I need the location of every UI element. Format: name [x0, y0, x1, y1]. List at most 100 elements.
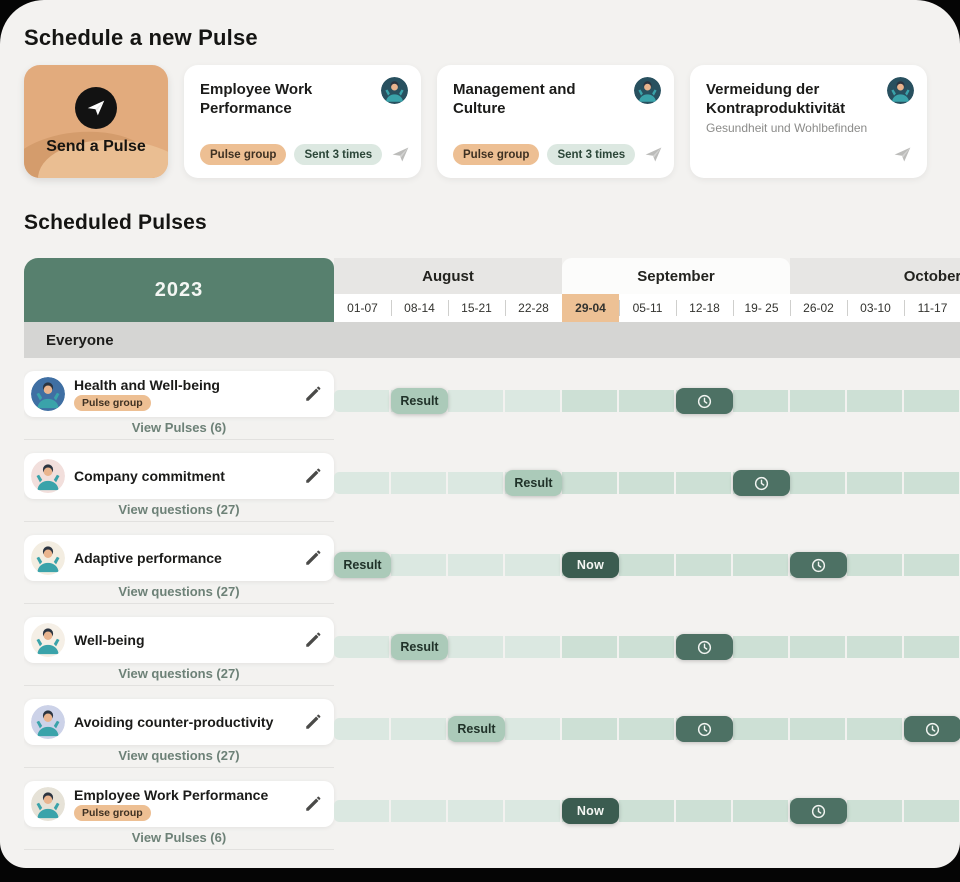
card-tag: Pulse group [200, 144, 286, 165]
pulse-row: Employee Work Performance Pulse group View… [24, 768, 960, 850]
schedule-bar-segment [790, 472, 845, 494]
year-header: 2023 [24, 258, 334, 322]
pulse-row-info: Avoiding counter-productivity [74, 714, 273, 730]
schedule-bar-segment [562, 636, 617, 658]
schedule-bar-segment [847, 472, 902, 494]
schedule-bar-segment [847, 636, 902, 658]
view-link[interactable]: View questions (27) [24, 666, 334, 681]
send-a-pulse-button[interactable]: Send a Pulse [24, 65, 168, 178]
schedule-bar-segment [790, 390, 845, 412]
result-badge[interactable]: Result [391, 388, 448, 414]
result-badge[interactable]: Result [334, 552, 391, 578]
pulse-row-card[interactable]: Adaptive performance [24, 535, 334, 581]
schedule-bar-segment [448, 472, 503, 494]
send-icon[interactable] [390, 144, 411, 165]
pulse-row-card[interactable]: Well-being [24, 617, 334, 663]
pulse-row: Well-being View questions (27) Result [24, 604, 960, 686]
week-header-cell[interactable]: 05-11 [619, 294, 676, 322]
pulse-row-card[interactable]: Company commitment [24, 453, 334, 499]
avatar [31, 787, 65, 821]
view-link[interactable]: View questions (27) [24, 748, 334, 763]
week-header-cell[interactable]: 11-17 [904, 294, 960, 322]
schedule-bar-segment [619, 390, 674, 412]
schedule-bar-segment [904, 800, 959, 822]
edit-icon[interactable] [304, 467, 322, 485]
edit-icon[interactable] [304, 631, 322, 649]
schedule-bar-segment [391, 800, 446, 822]
schedule-bar-segment [904, 554, 959, 576]
schedule-bar-segment [619, 718, 674, 740]
clock-badge[interactable] [790, 552, 847, 578]
send-icon[interactable] [643, 144, 664, 165]
schedule-bar-segment [904, 472, 959, 494]
week-header-cell[interactable]: 15-21 [448, 294, 505, 322]
schedule-bar [334, 800, 959, 822]
edit-icon[interactable] [304, 713, 322, 731]
schedule-bar-segment [733, 800, 788, 822]
pulse-row-title: Employee Work Performance [74, 787, 268, 803]
week-header-cell[interactable]: 08-14 [391, 294, 448, 322]
week-header-cell[interactable]: 12-18 [676, 294, 733, 322]
view-link[interactable]: View Pulses (6) [24, 830, 334, 845]
schedule-bar-segment [334, 472, 389, 494]
week-header-cell[interactable]: 19- 25 [733, 294, 790, 322]
schedule-bar-segment [448, 636, 503, 658]
schedule-bar-segment [733, 718, 788, 740]
result-badge[interactable]: Result [448, 716, 505, 742]
schedule-bar-segment [733, 636, 788, 658]
schedule-bar-segment [391, 554, 446, 576]
month-header: October [790, 258, 960, 294]
schedule-bar-segment [676, 472, 731, 494]
pulse-template-card[interactable]: Management and CulturePulse groupSent 3 … [437, 65, 674, 178]
clock-badge[interactable] [733, 470, 790, 496]
schedule-bar-segment [448, 390, 503, 412]
clock-badge[interactable] [676, 388, 733, 414]
view-link[interactable]: View Pulses (6) [24, 420, 334, 435]
edit-icon[interactable] [304, 549, 322, 567]
avatar [31, 459, 65, 493]
result-badge[interactable]: Result [391, 634, 448, 660]
pulse-row-info: Health and Well-beingPulse group [74, 377, 220, 411]
pulse-row-card[interactable]: Employee Work Performance Pulse group [24, 781, 334, 827]
week-header-cell[interactable]: 01-07 [334, 294, 391, 322]
schedule-bar-segment [847, 800, 902, 822]
result-badge[interactable]: Result [505, 470, 562, 496]
pulse-row-card[interactable]: Avoiding counter-productivity [24, 699, 334, 745]
view-link[interactable]: View questions (27) [24, 584, 334, 599]
month-header: August [334, 258, 562, 294]
week-header-cell[interactable]: 26-02 [790, 294, 847, 322]
pulse-row-card[interactable]: Health and Well-beingPulse group [24, 371, 334, 417]
clock-badge[interactable] [676, 716, 733, 742]
clock-badge[interactable] [676, 634, 733, 660]
pulse-row-info: Well-being [74, 632, 145, 648]
clock-badge[interactable] [904, 716, 960, 742]
view-link[interactable]: View questions (27) [24, 502, 334, 517]
avatar [634, 77, 661, 104]
pulse-group-tag: Pulse group [74, 805, 151, 821]
edit-icon[interactable] [304, 795, 322, 813]
send-a-pulse-label: Send a Pulse [46, 138, 146, 156]
week-header-cell[interactable]: 29-04 [562, 294, 619, 322]
week-header-cell[interactable]: 03-10 [847, 294, 904, 322]
now-badge[interactable]: Now [562, 552, 619, 578]
pulse-template-card[interactable]: Vermeidung der KontraproduktivitätGesund… [690, 65, 927, 178]
schedule-bar-segment [562, 718, 617, 740]
pulse-card-footer: Pulse groupSent 3 times [200, 144, 407, 165]
send-icon[interactable] [892, 144, 913, 165]
schedule-bar-segment [505, 636, 560, 658]
schedule-timeline: 2023 AugustSeptemberOctober 01-0708-1415… [24, 258, 960, 850]
schedule-bar-segment [334, 636, 389, 658]
row-divider [24, 849, 334, 850]
clock-badge[interactable] [790, 798, 847, 824]
schedule-bar-segment [733, 390, 788, 412]
now-badge[interactable]: Now [562, 798, 619, 824]
edit-icon[interactable] [304, 385, 322, 403]
new-pulse-card-row: Send a Pulse Employee Work PerformancePu… [24, 65, 927, 178]
pulse-template-card[interactable]: Employee Work PerformancePulse groupSent… [184, 65, 421, 178]
schedule-bar-segment [562, 390, 617, 412]
schedule-bar-segment [904, 636, 959, 658]
pulse-row: Avoiding counter-productivity View questi… [24, 686, 960, 768]
avatar [31, 623, 65, 657]
week-header-cell[interactable]: 22-28 [505, 294, 562, 322]
schedule-bar-segment [790, 718, 845, 740]
